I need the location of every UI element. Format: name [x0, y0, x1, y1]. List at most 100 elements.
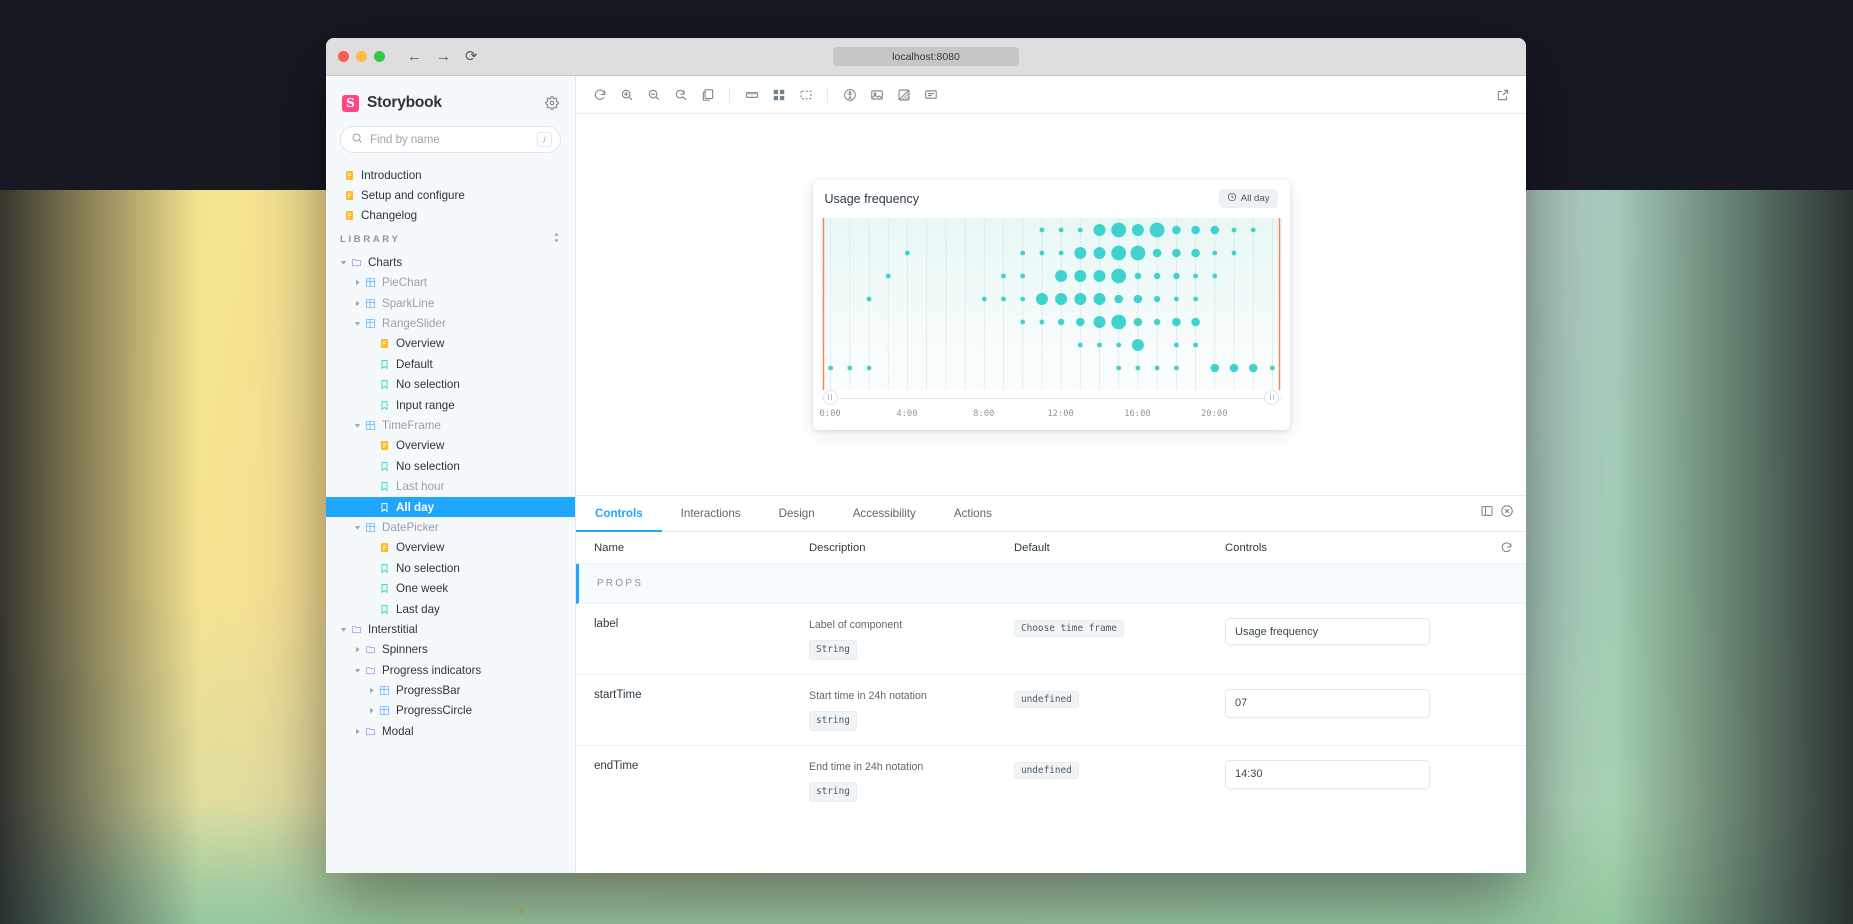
- sidebar-item-no-selection[interactable]: No selection: [326, 375, 575, 395]
- x-axis-tick-labels: 0:004:008:0012:0016:0020:00: [821, 409, 1282, 423]
- sidebar-item-introduction[interactable]: Introduction: [326, 165, 575, 185]
- image-snapshot-icon[interactable]: [863, 82, 890, 108]
- range-axis[interactable]: 0:004:008:0012:0016:0020:00: [821, 390, 1282, 430]
- sidebar-item-overview[interactable]: Overview: [326, 538, 575, 558]
- sidebar-item-last-day[interactable]: Last day: [326, 599, 575, 619]
- window-traffic-lights[interactable]: [338, 51, 385, 62]
- prop-value: 14:30: [1235, 768, 1263, 780]
- outline-icon[interactable]: [792, 82, 819, 108]
- zoom-reset-icon[interactable]: [667, 82, 694, 108]
- range-handle-right[interactable]: [1264, 390, 1279, 405]
- zoom-in-icon[interactable]: [613, 82, 640, 108]
- sidebar-item-interstitial[interactable]: Interstitial: [326, 619, 575, 639]
- remount-icon[interactable]: [586, 82, 613, 108]
- sidebar-item-last-hour[interactable]: Last hour: [326, 476, 575, 496]
- open-in-new-tab-icon[interactable]: [1489, 82, 1516, 108]
- x-tick-label: 12:00: [1047, 409, 1073, 419]
- gear-icon[interactable]: [545, 96, 559, 110]
- addon-panel-actions[interactable]: [1480, 496, 1526, 531]
- tab-label: Actions: [954, 507, 992, 520]
- sidebar-item-progressbar[interactable]: ProgressBar: [326, 680, 575, 700]
- grid-icon[interactable]: [765, 82, 792, 108]
- caret-open-icon[interactable]: [352, 320, 363, 327]
- viewport-icon[interactable]: [694, 82, 721, 108]
- column-header-controls: Controls: [1225, 542, 1486, 554]
- prop-control-cell: 14:30: [1225, 760, 1486, 802]
- reset-controls-icon[interactable]: [1486, 541, 1526, 554]
- storybook-app: S Storybook Find by: [326, 76, 1526, 873]
- sidebar-item-progress-indicators[interactable]: Progress indicators: [326, 660, 575, 680]
- prop-description: Start time in 24h notation: [809, 689, 1014, 704]
- back-icon[interactable]: ←: [407, 49, 422, 64]
- preview-toolbar[interactable]: [576, 76, 1526, 114]
- close-window-button[interactable]: [338, 51, 349, 62]
- search-input[interactable]: Find by name /: [340, 126, 561, 153]
- accessibility-icon[interactable]: [836, 82, 863, 108]
- caret-closed-icon[interactable]: [352, 279, 363, 286]
- sidebar-tree[interactable]: Introduction Setup and configure Changel…: [326, 165, 575, 873]
- sidebar-item-sparkline[interactable]: SparkLine: [326, 293, 575, 313]
- caret-open-icon[interactable]: [352, 524, 363, 531]
- tab-controls[interactable]: Controls: [576, 496, 662, 531]
- caret-open-icon[interactable]: [338, 626, 349, 633]
- caret-open-icon[interactable]: [338, 259, 349, 266]
- tab-interactions[interactable]: Interactions: [662, 496, 760, 531]
- component-icon: [363, 298, 377, 309]
- measure-icon[interactable]: [738, 82, 765, 108]
- sidebar-item-timeframe[interactable]: TimeFrame: [326, 415, 575, 435]
- component-icon: [363, 420, 377, 431]
- tab-actions[interactable]: Actions: [935, 496, 1011, 531]
- forward-icon[interactable]: →: [436, 49, 451, 64]
- zoom-out-icon[interactable]: [640, 82, 667, 108]
- library-section-header[interactable]: LIBRARY: [326, 226, 575, 252]
- sidebar-item-label: Modal: [382, 725, 414, 738]
- sidebar-item-rangeslider[interactable]: RangeSlider: [326, 313, 575, 333]
- caret-closed-icon[interactable]: [366, 687, 377, 694]
- sidebar-brand[interactable]: S Storybook: [326, 76, 575, 122]
- tab-accessibility[interactable]: Accessibility: [834, 496, 935, 531]
- sidebar-item-all-day[interactable]: All day: [326, 497, 575, 517]
- sidebar-item-setup-and-configure[interactable]: Setup and configure: [326, 185, 575, 205]
- sidebar-item-default[interactable]: Default: [326, 354, 575, 374]
- caret-open-icon[interactable]: [352, 667, 363, 674]
- time-frame-badge[interactable]: All day: [1219, 189, 1278, 208]
- bubble-matrix[interactable]: [821, 218, 1282, 390]
- chart-plot-area[interactable]: 0:004:008:0012:0016:0020:00: [813, 218, 1290, 430]
- sidebar-item-one-week[interactable]: One week: [326, 578, 575, 598]
- sidebar-item-piechart[interactable]: PieChart: [326, 273, 575, 293]
- minimize-window-button[interactable]: [356, 51, 367, 62]
- sidebar-item-overview[interactable]: Overview: [326, 436, 575, 456]
- sidebar-item-no-selection[interactable]: No selection: [326, 558, 575, 578]
- sidebar-item-spinners[interactable]: Spinners: [326, 640, 575, 660]
- sidebar-item-charts[interactable]: Charts: [326, 252, 575, 272]
- sidebar-item-changelog[interactable]: Changelog: [326, 206, 575, 226]
- comments-icon[interactable]: [917, 82, 944, 108]
- sidebar-item-modal[interactable]: Modal: [326, 721, 575, 741]
- background-icon[interactable]: [890, 82, 917, 108]
- sidebar-item-no-selection[interactable]: No selection: [326, 456, 575, 476]
- sidebar-item-datepicker[interactable]: DatePicker: [326, 517, 575, 537]
- caret-closed-icon[interactable]: [352, 646, 363, 653]
- zoom-window-button[interactable]: [374, 51, 385, 62]
- caret-closed-icon[interactable]: [366, 707, 377, 714]
- addon-panel-tabs[interactable]: Controls Interactions Design Accessibili…: [576, 496, 1526, 532]
- sidebar-item-progresscircle[interactable]: ProgressCircle: [326, 701, 575, 721]
- prop-value-input[interactable]: 14:30: [1225, 760, 1430, 789]
- caret-closed-icon[interactable]: [352, 300, 363, 307]
- sidebar-item-input-range[interactable]: Input range: [326, 395, 575, 415]
- range-handle-left[interactable]: [823, 390, 838, 405]
- panel-position-icon[interactable]: [1480, 504, 1494, 523]
- prop-value-input[interactable]: Usage frequency: [1225, 618, 1430, 645]
- reload-icon[interactable]: ⟳: [465, 49, 478, 64]
- chevron-updown-icon[interactable]: [552, 232, 561, 246]
- brand-title: Storybook: [367, 94, 442, 112]
- axis-line: [821, 398, 1282, 399]
- prop-value-input[interactable]: 07: [1225, 689, 1430, 718]
- close-panel-icon[interactable]: [1500, 504, 1514, 523]
- sidebar-item-overview[interactable]: Overview: [326, 334, 575, 354]
- caret-open-icon[interactable]: [352, 422, 363, 429]
- tab-design[interactable]: Design: [760, 496, 834, 531]
- browser-nav-buttons[interactable]: ← → ⟳: [407, 49, 478, 64]
- caret-closed-icon[interactable]: [352, 728, 363, 735]
- address-bar[interactable]: localhost:8080: [833, 47, 1019, 66]
